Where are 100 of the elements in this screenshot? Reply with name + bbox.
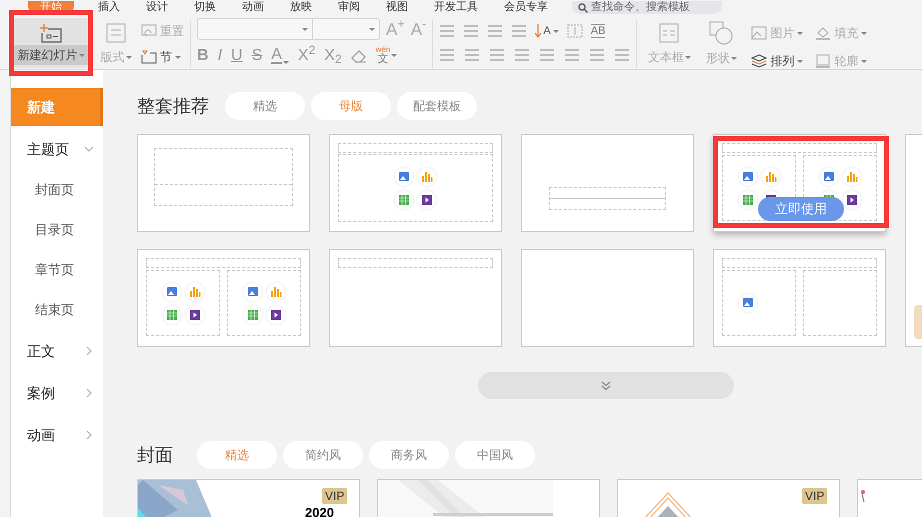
strikethrough-button[interactable]: S <box>252 48 262 64</box>
align-right-icon <box>489 48 506 62</box>
menu-tab[interactable]: 切换 <box>192 1 218 14</box>
new-slide-button[interactable]: 新建幻灯片 <box>13 18 89 68</box>
template-card[interactable] <box>137 249 310 347</box>
underline-button[interactable]: U <box>231 48 243 64</box>
vip-badge: VIP <box>802 488 828 504</box>
phonetic-button[interactable]: wén 文 <box>376 46 398 65</box>
menu-tab[interactable]: 会员专享 <box>502 1 550 14</box>
text-direction-button[interactable]: A <box>535 24 559 38</box>
section-title: 封面 <box>137 444 173 466</box>
section-title: 整套推荐 <box>137 94 209 118</box>
menu-tab[interactable]: 开发工具 <box>432 1 480 14</box>
align-text-icon <box>566 24 583 38</box>
sidebar-item[interactable]: 正文 <box>11 332 103 370</box>
template-card[interactable] <box>329 249 502 347</box>
arrange-button[interactable]: 排列 <box>751 52 804 70</box>
menu-tab[interactable]: 放映 <box>288 1 314 14</box>
use-now-button[interactable]: 立即使用 <box>758 197 844 221</box>
menu-tab[interactable]: 动画 <box>240 1 266 14</box>
bold-button[interactable]: B <box>197 48 209 64</box>
chevron-right-icon <box>85 431 93 439</box>
layers-icon <box>751 54 768 68</box>
layout-icon <box>106 23 126 43</box>
expand-button[interactable] <box>478 372 734 399</box>
justify-icon <box>514 48 530 62</box>
vip-badge: VIP <box>322 488 348 504</box>
sidebar-item[interactable]: 主题页 <box>11 130 103 168</box>
font-name-field[interactable] <box>197 18 313 40</box>
cover-card[interactable]: VIP 2020 <box>137 479 360 517</box>
filter-chip[interactable]: 精选 <box>197 441 277 469</box>
image-icon <box>751 26 768 40</box>
reset-icon <box>141 24 157 38</box>
menu-tab[interactable]: 插入 <box>96 1 122 14</box>
arrow-icon <box>535 24 542 38</box>
distribute-icon <box>539 48 556 62</box>
caret-icon <box>861 60 868 62</box>
cover-card[interactable]: VIP <box>617 479 840 517</box>
template-card[interactable] <box>329 134 502 232</box>
double-chevron-down-icon <box>601 380 611 390</box>
italic-button[interactable]: I <box>218 48 222 64</box>
section-button[interactable]: 节 <box>141 48 184 66</box>
sidebar-subitem[interactable]: 封面页 <box>11 172 103 208</box>
align-center-icon <box>464 48 480 62</box>
caret-icon <box>861 32 868 34</box>
new-slide-icon <box>40 23 62 43</box>
eraser-icon <box>350 48 367 62</box>
sidebar-subitem[interactable]: 目录页 <box>11 212 103 248</box>
grow-font-button[interactable]: A$^{+}$ <box>386 20 405 38</box>
shrink-font-button[interactable]: A$^{-}$ <box>410 20 426 38</box>
caret-icon <box>684 56 691 58</box>
caret-icon <box>552 30 559 32</box>
filter-chip[interactable]: 简约风 <box>283 441 363 469</box>
script-button[interactable]: X$_{2}$ <box>324 48 342 64</box>
search-icon <box>578 2 588 12</box>
caret-icon <box>797 32 804 34</box>
search-field[interactable]: 查找命令、搜索模板 <box>572 1 722 14</box>
template-card[interactable] <box>521 249 694 347</box>
paint-bucket-icon <box>815 26 832 40</box>
chevron-right-icon <box>85 389 93 397</box>
align-left-icon <box>439 48 456 62</box>
template-card[interactable] <box>713 249 886 347</box>
caret-icon <box>78 54 84 56</box>
filter-chip[interactable]: 精选 <box>225 92 305 120</box>
sidebar-subitem[interactable]: 结束页 <box>11 292 103 328</box>
menu-tab[interactable]: 审阅 <box>336 1 362 14</box>
text-case-button[interactable]: AB <box>590 24 606 38</box>
sidebar-subitem[interactable]: 章节页 <box>11 252 103 288</box>
caret-icon <box>126 56 132 58</box>
script-button[interactable]: X$^{2}$ <box>298 48 316 64</box>
font-color-button[interactable]: A <box>271 48 289 64</box>
chevron-down-icon <box>85 145 93 153</box>
caret-icon <box>730 56 737 60</box>
template-card[interactable] <box>521 134 694 232</box>
sidebar-item[interactable]: 新建 <box>11 88 103 126</box>
textbox-icon <box>658 22 680 44</box>
clear-format-button[interactable] <box>350 48 367 62</box>
caret-icon <box>282 60 289 64</box>
section-icon <box>141 50 157 64</box>
template-card[interactable]: 立即使用 <box>713 134 886 232</box>
template-card[interactable] <box>137 134 310 232</box>
cover-card[interactable] <box>377 479 600 517</box>
caret-icon <box>797 60 804 62</box>
caret-icon <box>175 56 181 58</box>
shapes-icon <box>709 21 734 45</box>
filter-chip[interactable]: 商务风 <box>369 441 449 469</box>
font-size-field[interactable] <box>313 18 380 40</box>
menu-tab[interactable]: 视图 <box>384 1 410 14</box>
filter-chip[interactable]: 配套模板 <box>397 92 477 120</box>
cover-heading: 2020 <box>305 506 334 517</box>
caret-icon <box>369 28 375 30</box>
menu-tab[interactable]: 设计 <box>144 1 170 14</box>
caret-icon <box>302 28 308 30</box>
sidebar-item[interactable]: 动画 <box>11 416 103 454</box>
filter-chip[interactable]: 母版 <box>311 92 391 120</box>
caret-icon <box>391 54 398 57</box>
sidebar-item[interactable]: 案例 <box>11 374 103 412</box>
filter-chip[interactable]: 中国风 <box>455 441 535 469</box>
chevron-right-icon <box>85 347 93 355</box>
outline-icon <box>815 54 832 68</box>
